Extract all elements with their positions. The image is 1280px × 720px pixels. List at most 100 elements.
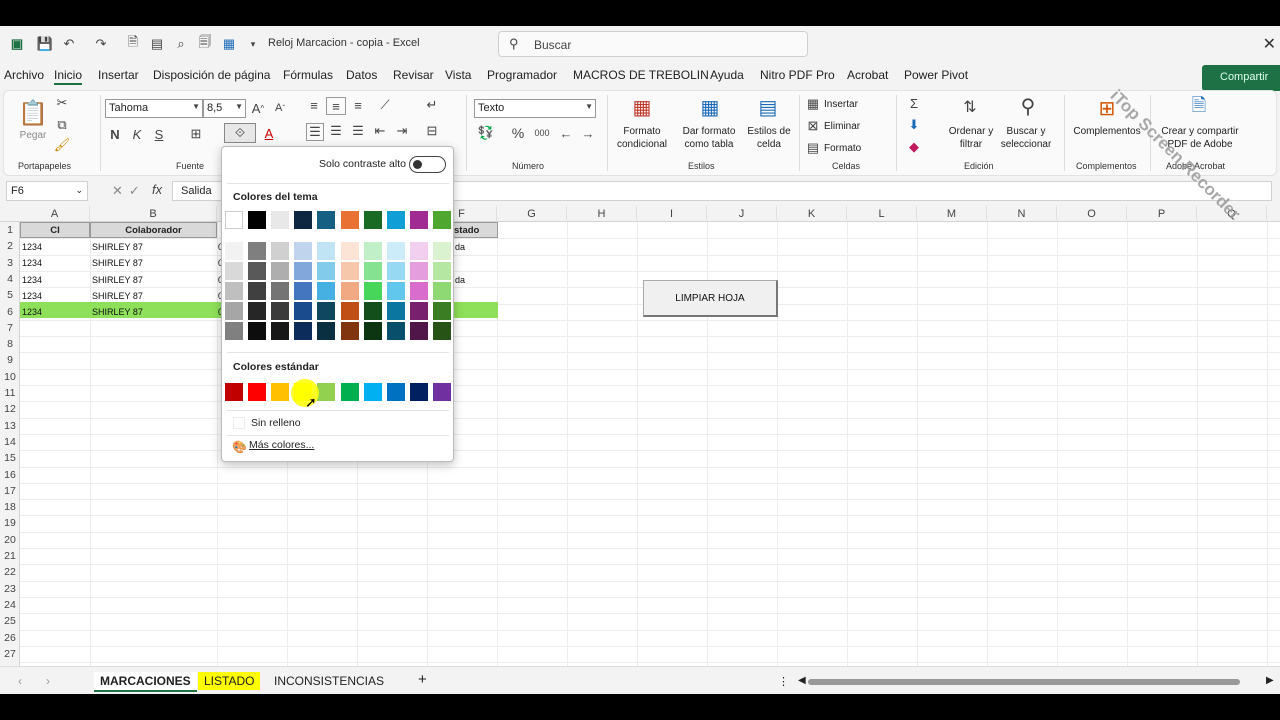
undo-icon[interactable]: ↶	[60, 35, 78, 53]
standard-color-swatch[interactable]	[340, 383, 359, 401]
format-painter-icon[interactable]: 🖌	[54, 137, 71, 153]
theme-shade-swatch[interactable]	[386, 302, 405, 320]
theme-shade-swatch[interactable]	[317, 302, 336, 320]
format-cells-button[interactable]: Formato	[824, 142, 861, 155]
row-header[interactable]: 12	[0, 401, 20, 417]
copy-icon[interactable]: ⧉	[54, 117, 70, 133]
grow-font-icon[interactable]: A ^	[250, 99, 266, 117]
next-sheet-icon[interactable]: ›	[40, 672, 56, 690]
align-center-icon[interactable]: ☰	[328, 123, 344, 139]
theme-shade-swatch[interactable]	[294, 322, 313, 340]
borders-icon[interactable]: ⊞	[188, 125, 204, 143]
theme-color-swatch[interactable]	[248, 211, 267, 229]
column-header[interactable]: O	[1057, 206, 1127, 222]
row-header[interactable]: 27	[0, 646, 20, 662]
theme-shade-swatch[interactable]	[225, 302, 243, 320]
print-preview-icon[interactable]: 🗐	[196, 34, 214, 53]
row-header[interactable]: 25	[0, 613, 20, 629]
save-icon[interactable]: 💾	[36, 35, 54, 53]
customize-toolbar-icon[interactable]: ▾	[244, 35, 262, 53]
insert-function-button[interactable]: fx	[152, 182, 162, 197]
theme-shade-swatch[interactable]	[340, 302, 359, 320]
align-left-icon[interactable]: ☰	[306, 123, 324, 141]
standard-color-swatch[interactable]	[409, 383, 428, 401]
theme-shade-swatch[interactable]	[317, 262, 336, 280]
cell-f[interactable]: da	[455, 238, 465, 254]
cell-styles-button[interactable]: Estilos de celda	[744, 125, 794, 151]
cell-ci[interactable]: 1234	[22, 303, 42, 319]
delete-cells-icon[interactable]: ⊠	[806, 118, 820, 133]
merge-center-icon[interactable]: ⊟	[424, 123, 440, 139]
add-sheet-button[interactable]: +	[412, 669, 433, 690]
delete-cells-button[interactable]: Eliminar	[824, 120, 860, 133]
row-header[interactable]: 11	[0, 385, 20, 401]
theme-color-swatch[interactable]	[409, 211, 428, 229]
underline-button[interactable]: S	[152, 125, 166, 143]
sheet-tab-marcaciones[interactable]: MARCACIONES	[94, 672, 197, 692]
orientation-icon[interactable]: ⟋	[374, 97, 396, 113]
italic-button[interactable]: K	[130, 125, 144, 143]
format-table-icon[interactable]: ▦	[696, 95, 724, 119]
fill-color-button[interactable]: ⟐	[224, 123, 256, 143]
column-header[interactable]: B	[90, 206, 217, 222]
tab-vista[interactable]: Vista	[445, 68, 471, 82]
decrease-indent-icon[interactable]: ⇤	[372, 123, 388, 139]
cell-styles-icon[interactable]: ▤	[754, 95, 782, 119]
theme-shade-swatch[interactable]	[409, 322, 428, 340]
tab-disposicion[interactable]: Disposición de página	[153, 68, 270, 82]
theme-shade-swatch[interactable]	[225, 242, 243, 260]
horizontal-scrollbar[interactable]	[808, 679, 1240, 685]
more-colors-option[interactable]: Más colores...	[249, 439, 314, 451]
standard-color-swatch[interactable]	[363, 383, 382, 401]
row-header[interactable]: 9	[0, 352, 20, 368]
theme-shade-swatch[interactable]	[271, 282, 290, 300]
row-header[interactable]: 23	[0, 581, 20, 597]
theme-shade-swatch[interactable]	[432, 262, 451, 280]
theme-shade-swatch[interactable]	[248, 282, 267, 300]
theme-shade-swatch[interactable]	[409, 242, 428, 260]
no-fill-option[interactable]: Sin relleno	[251, 417, 301, 429]
increase-decimal-icon[interactable]: ←	[558, 125, 574, 141]
row-header[interactable]: 10	[0, 369, 20, 385]
tab-datos[interactable]: Datos	[346, 68, 377, 82]
tab-programador[interactable]: Programador	[487, 68, 557, 82]
theme-color-swatch[interactable]	[432, 211, 451, 229]
row-header[interactable]: 5	[0, 287, 20, 303]
theme-shade-swatch[interactable]	[294, 262, 313, 280]
prev-sheet-icon[interactable]: ‹	[12, 672, 28, 690]
percent-button[interactable]: %	[510, 125, 526, 141]
column-header[interactable]: I	[637, 206, 707, 222]
high-contrast-toggle[interactable]	[409, 156, 446, 173]
align-right-icon[interactable]: ☰	[350, 123, 366, 139]
paste-icon[interactable]: 📋	[18, 97, 48, 129]
theme-shade-swatch[interactable]	[340, 322, 359, 340]
font-color-button[interactable]: A	[260, 123, 278, 143]
cell-f[interactable]: da	[455, 271, 465, 287]
theme-color-swatch[interactable]	[225, 211, 243, 229]
header-cell-ci[interactable]: CI	[20, 222, 90, 238]
row-header[interactable]: 26	[0, 630, 20, 646]
standard-color-swatch[interactable]	[432, 383, 451, 401]
theme-shade-swatch[interactable]	[317, 242, 336, 260]
row-header[interactable]: 13	[0, 418, 20, 434]
theme-color-swatch[interactable]	[340, 211, 359, 229]
theme-shade-swatch[interactable]	[248, 302, 267, 320]
column-header[interactable]: G	[497, 206, 567, 222]
row-header[interactable]: 15	[0, 450, 20, 466]
theme-shade-swatch[interactable]	[248, 262, 267, 280]
format-as-table-button[interactable]: Dar formato como tabla	[676, 125, 742, 151]
theme-color-swatch[interactable]	[363, 211, 382, 229]
theme-shade-swatch[interactable]	[432, 242, 451, 260]
cell-ci[interactable]: 1234	[22, 287, 42, 303]
clear-sheet-button[interactable]: LIMPIAR HOJA	[643, 280, 778, 317]
theme-shade-swatch[interactable]	[271, 242, 290, 260]
theme-shade-swatch[interactable]	[386, 242, 405, 260]
theme-shade-swatch[interactable]	[386, 322, 405, 340]
theme-shade-swatch[interactable]	[409, 282, 428, 300]
form-icon[interactable]: ▤	[148, 35, 166, 53]
cell-name[interactable]: SHIRLEY 87	[92, 287, 143, 303]
increase-indent-icon[interactable]: ⇥	[394, 123, 410, 139]
search-box[interactable]: ⚲ Buscar	[498, 31, 808, 57]
tab-inicio[interactable]: Inicio	[54, 68, 83, 85]
decrease-decimal-icon[interactable]: →	[580, 125, 596, 141]
